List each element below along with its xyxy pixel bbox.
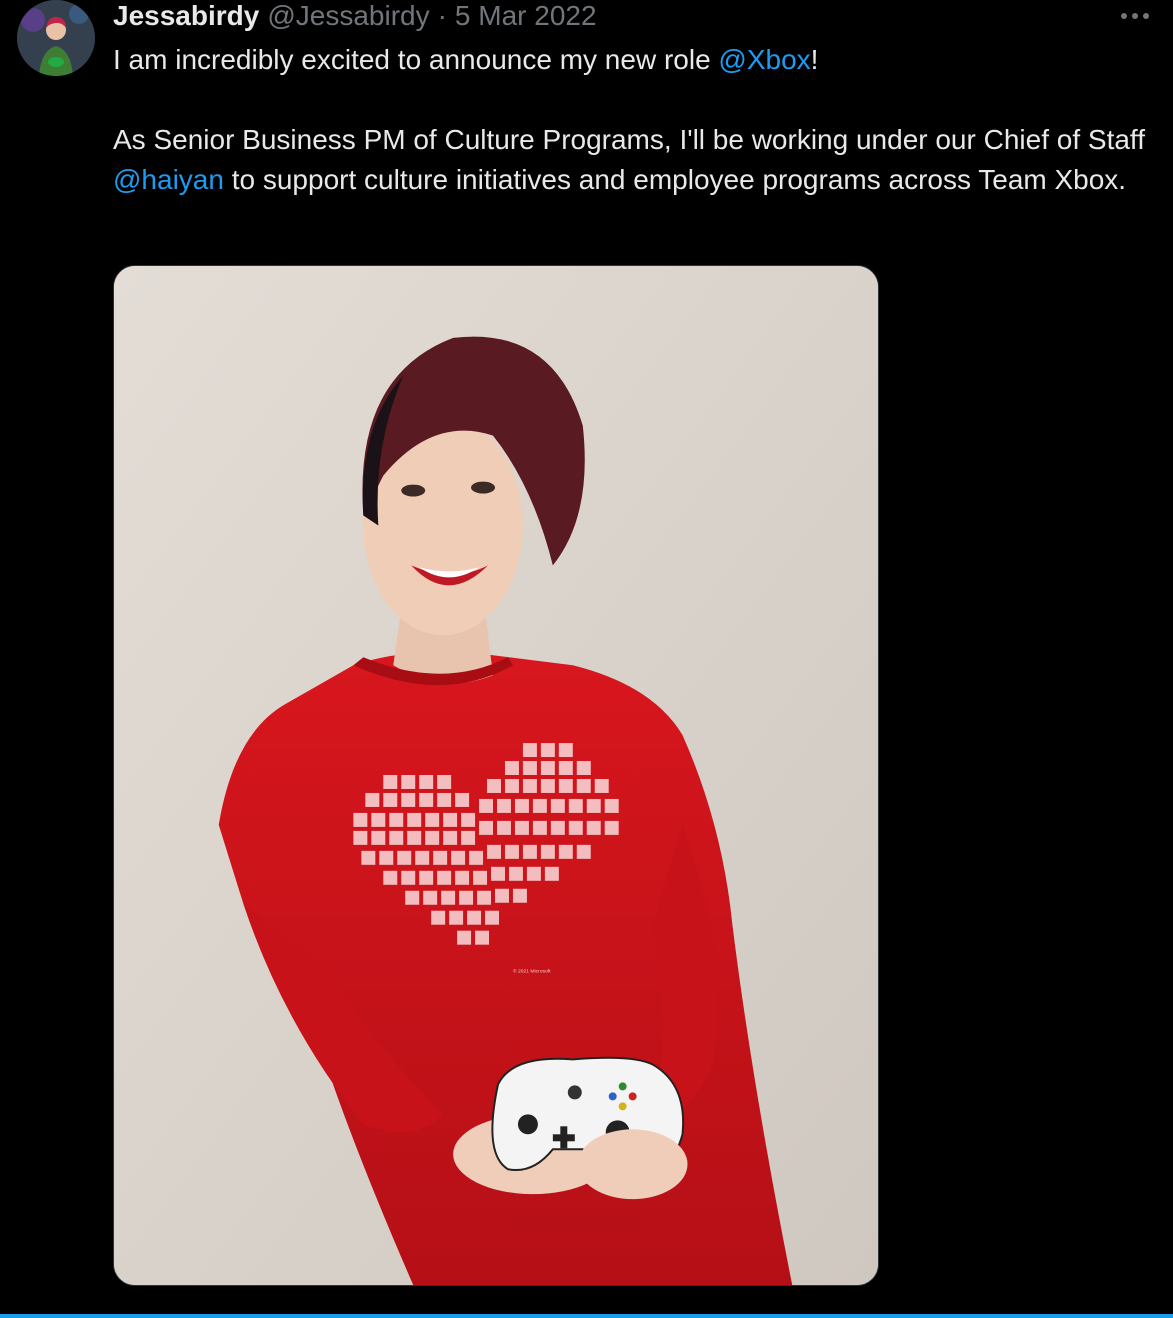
mention-haiyan[interactable]: @haiyan: [113, 164, 224, 195]
tweet-paragraph-1: I am incredibly excited to announce my n…: [113, 40, 1153, 80]
bottom-accent-bar: [0, 1314, 1173, 1318]
tweet-date[interactable]: 5 Mar 2022: [455, 0, 597, 33]
avatar-image: [17, 0, 95, 76]
tweet-text: I am incredibly excited to announce my n…: [113, 40, 1153, 200]
tweet-text-part: !: [810, 44, 819, 75]
mention-xbox[interactable]: @Xbox: [718, 44, 810, 75]
photo-illustration: © 2021 Microsoft: [114, 266, 878, 1285]
avatar[interactable]: [17, 0, 95, 76]
display-name[interactable]: Jessabirdy: [113, 0, 259, 33]
tweet-text-part: to support culture initiatives and emplo…: [223, 164, 1127, 195]
separator-dot: ·: [437, 0, 447, 31]
tweet-text-part: I am incredibly excited to announce my n…: [113, 44, 719, 75]
tweet-photo[interactable]: © 2021 Microsoft: [113, 265, 879, 1286]
shirt-print: © 2021 Microsoft: [513, 968, 551, 975]
more-icon: [1121, 13, 1149, 19]
tweet-text-part: As Senior Business PM of Culture Program…: [113, 124, 1145, 155]
user-handle[interactable]: @Jessabirdy: [267, 0, 429, 33]
tweet-paragraph-2: As Senior Business PM of Culture Program…: [113, 120, 1153, 200]
tweet-header: Jessabirdy @Jessabirdy · 5 Mar 2022: [113, 0, 597, 33]
more-options-button[interactable]: [1115, 2, 1155, 30]
